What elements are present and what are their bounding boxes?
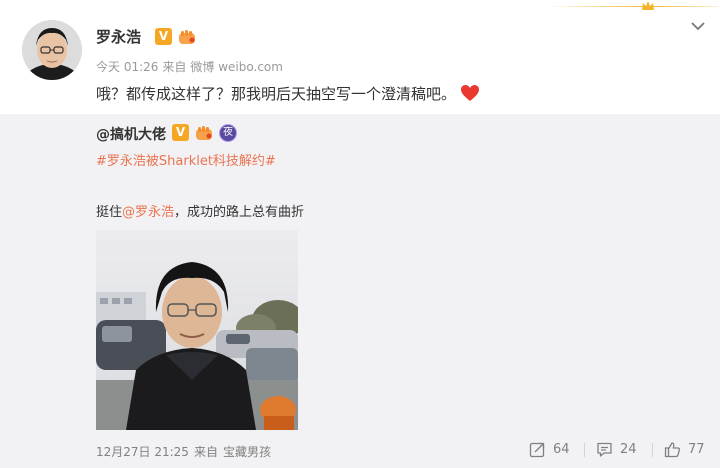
crown-icon	[642, 1, 654, 10]
repost-mention[interactable]: @罗永浩	[122, 205, 174, 220]
vip-badge-icon: V	[172, 124, 189, 141]
post-text: 哦？都传成这样了？那我明后天抽空写一个澄清稿吧。	[96, 83, 480, 104]
repost-meta: 12月27日 21:25 来自 宝藏男孩	[96, 443, 271, 460]
chevron-down-icon[interactable]	[690, 20, 706, 32]
post-source[interactable]: 微博 weibo.com	[190, 60, 283, 74]
post-meta: 今天 01:26 来自 微博 weibo.com	[96, 58, 283, 75]
like-count-button[interactable]: 77	[664, 441, 714, 459]
repost-count-button[interactable]: 64	[529, 441, 579, 459]
like-count: 77	[688, 442, 705, 457]
stat-divider	[652, 443, 653, 457]
repost-icon	[529, 442, 545, 458]
post-text-content: 哦？都传成这样了？那我明后天抽空写一个澄清稿吧。	[96, 85, 457, 103]
repost-text-before: 挺住	[96, 205, 123, 220]
author-avatar[interactable]	[22, 20, 82, 80]
comment-count-button[interactable]: 24	[596, 441, 646, 459]
stat-divider	[584, 443, 585, 457]
repost-source[interactable]: 宝藏男孩	[223, 445, 271, 459]
post-source-prefix: 来自	[162, 60, 187, 74]
fist-badge-icon	[196, 126, 212, 140]
repost-photo[interactable]	[96, 230, 298, 430]
repost-source-prefix: 来自	[193, 445, 218, 459]
post-time[interactable]: 今天 01:26	[96, 60, 158, 74]
fist-badge-icon	[179, 30, 195, 44]
night-badge-icon: 夜	[219, 124, 237, 142]
comment-icon	[597, 442, 612, 457]
repost-hashtag[interactable]: #罗永浩被Sharklet科技解约#	[96, 150, 276, 169]
repost-count: 64	[553, 442, 570, 457]
vip-badge-icon: V	[155, 28, 172, 45]
like-icon	[664, 442, 681, 458]
heart-icon	[461, 85, 480, 101]
repost-text: 挺住@罗永浩，成功的路上总有曲折	[96, 201, 304, 220]
repost-author[interactable]: @搞机大佬	[96, 124, 166, 144]
comment-count: 24	[620, 442, 637, 457]
author-name[interactable]: 罗永浩	[96, 26, 141, 47]
decorative-line	[548, 6, 718, 7]
repost-text-after: ，成功的路上总有曲折	[174, 205, 305, 220]
weibo-post-card: 罗永浩 V 今天 01:26 来自 微博 weibo.com 哦？都传成这样了？那我…	[0, 0, 720, 468]
repost-time[interactable]: 12月27日 21:25	[96, 445, 189, 459]
